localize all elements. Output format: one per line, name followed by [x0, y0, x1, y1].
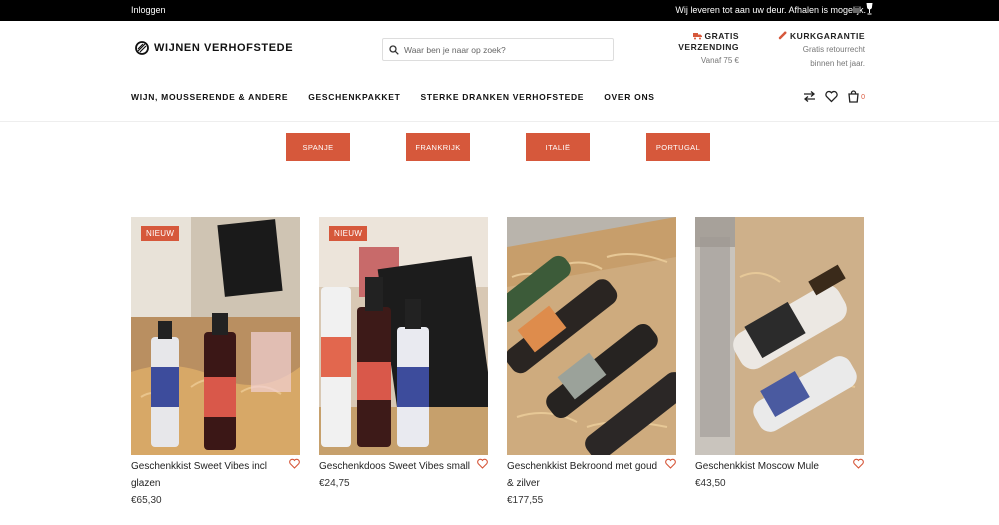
- cork-icon: [778, 31, 787, 40]
- compare-arrows-icon[interactable]: [803, 90, 816, 103]
- product-card[interactable]: Geschenkkist Moscow Mule €43,50: [695, 217, 864, 509]
- product-image[interactable]: NIEUW: [319, 217, 488, 455]
- main-nav: WIJN, MOUSSERENDE & ANDERE GESCHENKPAKKE…: [131, 92, 655, 102]
- top-bar: Inloggen Wij leveren tot aan uw deur. Af…: [0, 0, 999, 21]
- nav-item-wijn[interactable]: WIJN, MOUSSERENDE & ANDERE: [131, 92, 288, 102]
- usp-subtitle: Gratis retourrecht: [802, 45, 865, 54]
- search-icon: [389, 44, 399, 55]
- search-box[interactable]: [382, 38, 614, 61]
- shopping-bag-icon[interactable]: [847, 90, 860, 103]
- usp-subtitle: Vanaf 75 €: [700, 56, 739, 65]
- wine-glass-icon: [866, 3, 873, 15]
- product-price: €43,50: [695, 478, 726, 489]
- cart-count: 0: [861, 94, 865, 101]
- logo-mark-icon: [135, 41, 149, 55]
- wishlist-heart-icon[interactable]: [853, 458, 864, 469]
- new-badge: NIEUW: [141, 226, 180, 241]
- wishlist-heart-icon[interactable]: [477, 458, 488, 469]
- usp-cork-guarantee: KURKGARANTIE Gratis retourrecht binnen h…: [778, 31, 865, 70]
- country-button-italie[interactable]: ITALIË: [526, 133, 590, 161]
- country-button-spanje[interactable]: SPANJE: [286, 133, 350, 161]
- nav-item-geschenkpakket[interactable]: GESCHENKPAKKET: [308, 92, 400, 102]
- product-name[interactable]: Geschenkkist Bekroond met goud & zilver: [507, 458, 676, 492]
- wishlist-heart-icon[interactable]: [289, 458, 300, 469]
- header-divider: [0, 121, 999, 122]
- product-card[interactable]: NIEUW Geschenkdoos Sweet Vibes small €24…: [319, 217, 488, 509]
- usp-title: KURKGARANTIE: [790, 31, 865, 41]
- usp-title: GRATIS: [704, 31, 739, 41]
- usp-free-shipping: GRATIS VERZENDING Vanaf 75 €: [678, 31, 739, 67]
- brand-name: WIJNEN VERHOFSTEDE: [154, 42, 294, 54]
- usp-subtitle-2: binnen het jaar.: [810, 59, 865, 68]
- product-image[interactable]: NIEUW: [131, 217, 300, 455]
- brand-logo[interactable]: WIJNEN VERHOFSTEDE: [135, 41, 293, 55]
- product-price: €24,75: [319, 478, 350, 489]
- nav-item-over-ons[interactable]: OVER ONS: [604, 92, 654, 102]
- country-filters: SPANJE FRANKRIJK ITALIË PORTUGAL: [286, 133, 710, 161]
- country-button-portugal[interactable]: PORTUGAL: [646, 133, 710, 161]
- product-grid: NIEUW Geschenkkist Sweet Vibes incl glaz…: [131, 217, 864, 509]
- header-icons: 0: [803, 90, 865, 103]
- product-card[interactable]: Geschenkkist Bekroond met goud & zilver …: [507, 217, 676, 509]
- product-name[interactable]: Geschenkkist Moscow Mule: [695, 458, 864, 475]
- product-price: €65,30: [131, 495, 162, 506]
- heart-icon[interactable]: [825, 90, 838, 103]
- shipping-message: Wij leveren tot aan uw deur. Afhalen is …: [675, 5, 866, 15]
- country-button-frankrijk[interactable]: FRANKRIJK: [406, 133, 470, 161]
- truck-icon: [692, 33, 702, 40]
- new-badge: NIEUW: [329, 226, 368, 241]
- product-image[interactable]: [695, 217, 864, 455]
- usp-title-2: VERZENDING: [678, 42, 739, 52]
- product-name[interactable]: Geschenkdoos Sweet Vibes small: [319, 458, 488, 475]
- product-price: €177,55: [507, 495, 544, 506]
- product-name[interactable]: Geschenkkist Sweet Vibes incl glazen: [131, 458, 300, 492]
- wishlist-heart-icon[interactable]: [665, 458, 676, 469]
- nav-item-sterke-dranken[interactable]: STERKE DRANKEN VERHOFSTEDE: [421, 92, 585, 102]
- search-input[interactable]: [404, 44, 604, 55]
- product-image[interactable]: [507, 217, 676, 455]
- login-link[interactable]: Inloggen: [131, 5, 166, 15]
- product-card[interactable]: NIEUW Geschenkkist Sweet Vibes incl glaz…: [131, 217, 300, 509]
